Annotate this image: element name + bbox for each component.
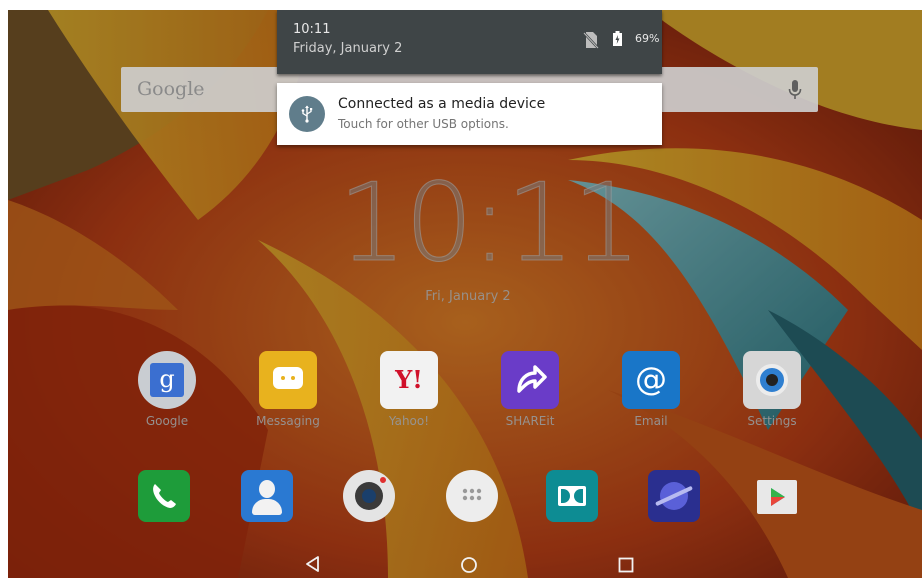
back-icon[interactable]	[304, 555, 322, 573]
usb-notification-title: Connected as a media device	[338, 96, 546, 112]
messaging-app-icon	[259, 351, 317, 409]
battery-percent: 69%	[635, 32, 660, 45]
app-settings[interactable]: Settings	[722, 351, 822, 428]
app-label: Yahoo!	[388, 414, 430, 428]
clock-time[interactable]: 10:11	[338, 169, 642, 278]
notification-shade-header[interactable]: 10:11 Friday, January 2 69%	[277, 10, 662, 74]
recents-icon[interactable]	[618, 557, 634, 573]
usb-icon-badge	[289, 96, 325, 132]
app-yahoo[interactable]: Y! Yahoo!	[359, 351, 459, 428]
battery-charging-icon	[613, 31, 622, 46]
app-label: SHAREit	[505, 414, 555, 428]
usb-notification-subtitle: Touch for other USB options.	[338, 117, 509, 131]
yahoo-app-icon: Y!	[380, 351, 438, 409]
settings-app-icon	[743, 351, 801, 409]
home-icon[interactable]	[460, 556, 478, 574]
google-search-app-icon: g	[138, 351, 196, 409]
status-time: 10:11	[293, 22, 331, 37]
app-messaging[interactable]: Messaging	[238, 351, 338, 428]
app-label: Messaging	[256, 414, 320, 428]
contacts-app-icon[interactable]	[241, 470, 293, 522]
shareit-app-icon	[501, 351, 559, 409]
browser-app-icon[interactable]	[648, 470, 700, 522]
usb-icon	[301, 105, 313, 123]
clock-date: Fri, January 2	[425, 289, 511, 304]
phone-app-icon[interactable]	[138, 470, 190, 522]
usb-notification[interactable]: Connected as a media device Touch for ot…	[277, 83, 662, 145]
home-screen: Google 10:11 Fri, January 2 g Google Mes…	[8, 10, 922, 578]
app-google[interactable]: g Google	[117, 351, 217, 428]
app-email[interactable]: @ Email	[601, 351, 701, 428]
play-store-app-icon[interactable]	[751, 470, 803, 522]
mic-icon[interactable]	[788, 79, 802, 101]
google-logo-text: Google	[137, 78, 205, 100]
app-label: Settings	[747, 414, 797, 428]
app-drawer-icon[interactable]	[446, 470, 498, 522]
dolby-app-icon[interactable]	[546, 470, 598, 522]
no-sim-icon	[583, 32, 599, 49]
camera-app-icon[interactable]	[343, 470, 395, 522]
app-label: Google	[145, 414, 189, 428]
app-label: Email	[634, 414, 668, 428]
app-shareit[interactable]: SHAREit	[480, 351, 580, 428]
status-date[interactable]: Friday, January 2	[293, 41, 402, 56]
email-app-icon: @	[622, 351, 680, 409]
